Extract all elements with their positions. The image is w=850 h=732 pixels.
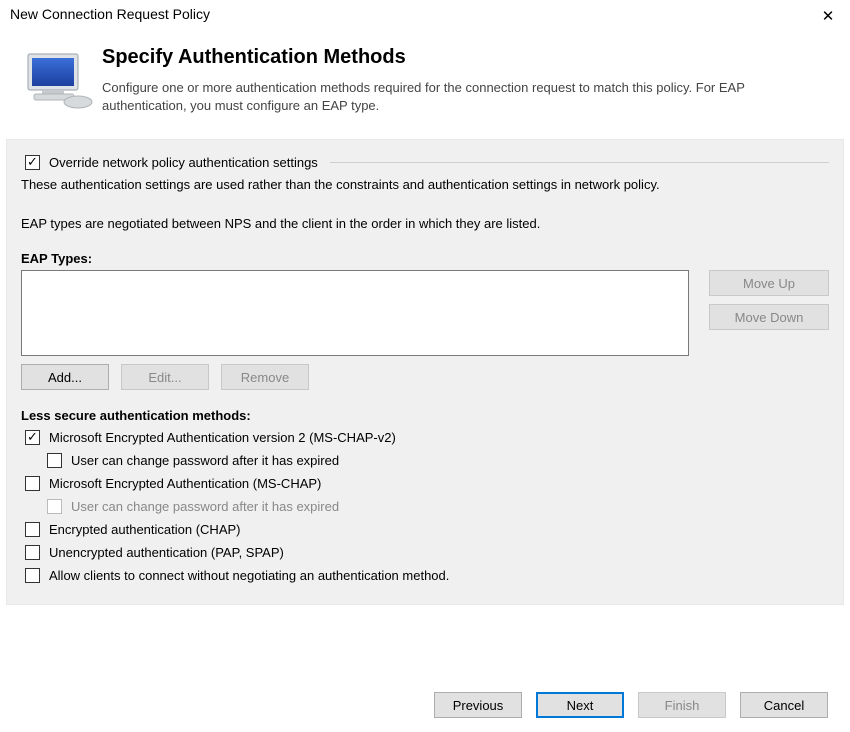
pap-checkbox[interactable] bbox=[25, 545, 40, 560]
finish-button[interactable]: Finish bbox=[638, 692, 726, 718]
mschap-pwd-checkbox bbox=[47, 499, 62, 514]
eap-order-note: EAP types are negotiated between NPS and… bbox=[21, 216, 829, 231]
eap-types-label: EAP Types: bbox=[21, 251, 829, 266]
wizard-header: Specify Authentication Methods Configure… bbox=[0, 30, 850, 139]
no-neg-checkbox[interactable] bbox=[25, 568, 40, 583]
mschapv2-label: Microsoft Encrypted Authentication versi… bbox=[49, 430, 396, 445]
mschap-label: Microsoft Encrypted Authentication (MS-C… bbox=[49, 476, 321, 491]
auth-panel: Override network policy authentication s… bbox=[6, 139, 844, 605]
chap-row: Encrypted authentication (CHAP) bbox=[21, 519, 829, 540]
no-neg-label: Allow clients to connect without negotia… bbox=[49, 568, 449, 583]
add-button[interactable]: Add... bbox=[21, 364, 109, 390]
override-checkbox[interactable] bbox=[25, 155, 40, 170]
eap-order-buttons: Move Up Move Down bbox=[709, 270, 829, 330]
eap-types-listbox[interactable] bbox=[21, 270, 689, 356]
chap-checkbox[interactable] bbox=[25, 522, 40, 537]
mschapv2-checkbox[interactable] bbox=[25, 430, 40, 445]
eap-edit-buttons: Add... Edit... Remove bbox=[21, 364, 829, 390]
page-title: Specify Authentication Methods bbox=[102, 46, 828, 69]
wizard-header-text: Specify Authentication Methods Configure… bbox=[102, 46, 828, 115]
override-row: Override network policy authentication s… bbox=[21, 152, 829, 173]
override-explain: These authentication settings are used r… bbox=[21, 177, 829, 192]
override-label: Override network policy authentication s… bbox=[49, 155, 318, 170]
close-icon[interactable]: ✕ bbox=[814, 6, 842, 26]
move-up-button[interactable]: Move Up bbox=[709, 270, 829, 296]
monitor-icon bbox=[22, 46, 102, 115]
mschapv2-pwd-label: User can change password after it has ex… bbox=[71, 453, 339, 468]
no-neg-row: Allow clients to connect without negotia… bbox=[21, 565, 829, 586]
next-button[interactable]: Next bbox=[536, 692, 624, 718]
mschapv2-row: Microsoft Encrypted Authentication versi… bbox=[21, 427, 829, 448]
titlebar: New Connection Request Policy ✕ bbox=[0, 0, 850, 30]
window-title: New Connection Request Policy bbox=[10, 6, 210, 22]
mschap-row: Microsoft Encrypted Authentication (MS-C… bbox=[21, 473, 829, 494]
mschap-pwd-label: User can change password after it has ex… bbox=[71, 499, 339, 514]
mschap-pwd-row: User can change password after it has ex… bbox=[43, 496, 829, 517]
pap-row: Unencrypted authentication (PAP, SPAP) bbox=[21, 542, 829, 563]
move-down-button[interactable]: Move Down bbox=[709, 304, 829, 330]
previous-button[interactable]: Previous bbox=[434, 692, 522, 718]
chap-label: Encrypted authentication (CHAP) bbox=[49, 522, 240, 537]
pap-label: Unencrypted authentication (PAP, SPAP) bbox=[49, 545, 284, 560]
divider bbox=[330, 162, 829, 163]
wizard-footer: Previous Next Finish Cancel bbox=[434, 692, 828, 718]
mschap-checkbox[interactable] bbox=[25, 476, 40, 491]
page-subtitle: Configure one or more authentication met… bbox=[102, 79, 828, 115]
eap-types-area: Move Up Move Down bbox=[21, 270, 829, 356]
edit-button[interactable]: Edit... bbox=[121, 364, 209, 390]
remove-button[interactable]: Remove bbox=[221, 364, 309, 390]
cancel-button[interactable]: Cancel bbox=[740, 692, 828, 718]
mschapv2-pwd-row: User can change password after it has ex… bbox=[43, 450, 829, 471]
less-secure-heading: Less secure authentication methods: bbox=[21, 408, 829, 423]
mschapv2-pwd-checkbox[interactable] bbox=[47, 453, 62, 468]
